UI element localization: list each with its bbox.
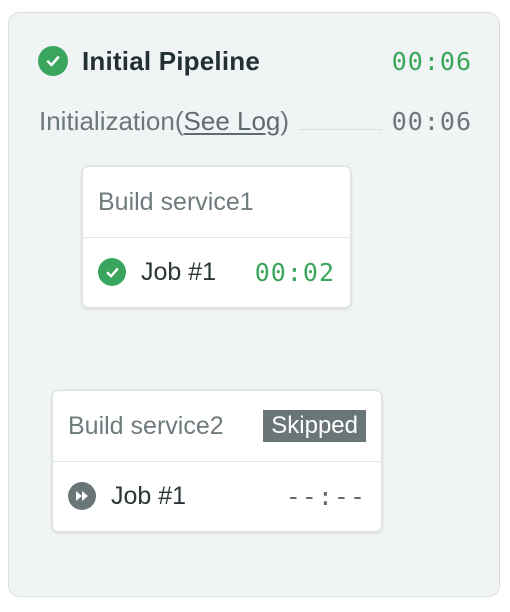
skip-forward-icon: [68, 482, 96, 510]
check-circle-icon: [38, 46, 68, 76]
block-header: Build service2 Skipped: [53, 391, 381, 462]
check-circle-icon: [98, 258, 126, 286]
open-paren: (: [174, 105, 184, 136]
job-name[interactable]: Job #1: [111, 482, 186, 511]
pipeline-header: Initial Pipeline 00:06: [38, 43, 472, 79]
block-header: Build service1: [83, 167, 350, 238]
block-build-service1[interactable]: Build service1 Job #1 00:02: [82, 166, 351, 308]
job-name[interactable]: Job #1: [141, 258, 216, 287]
initialization-label: Initialization: [39, 105, 175, 136]
block-title: Build service2: [68, 411, 224, 440]
initialization-row: Initialization ( See Log ) 00:06: [39, 103, 472, 139]
close-paren: ): [280, 105, 290, 136]
see-log-link[interactable]: See Log: [184, 106, 281, 137]
block-build-service2[interactable]: Build service2 Skipped Job #1 --:--: [52, 390, 382, 532]
skipped-badge: Skipped: [263, 410, 366, 442]
initialization-duration: 00:06: [391, 106, 472, 136]
dotted-leader: [299, 128, 382, 130]
block-title: Build service1: [98, 187, 254, 216]
pipeline-title[interactable]: Initial Pipeline: [82, 46, 260, 77]
job-duration: 00:02: [254, 257, 335, 287]
job-row[interactable]: Job #1 00:02: [83, 238, 350, 306]
job-row[interactable]: Job #1 --:--: [53, 462, 381, 530]
pipeline-duration: 00:06: [391, 46, 472, 76]
job-duration: --:--: [285, 481, 366, 511]
